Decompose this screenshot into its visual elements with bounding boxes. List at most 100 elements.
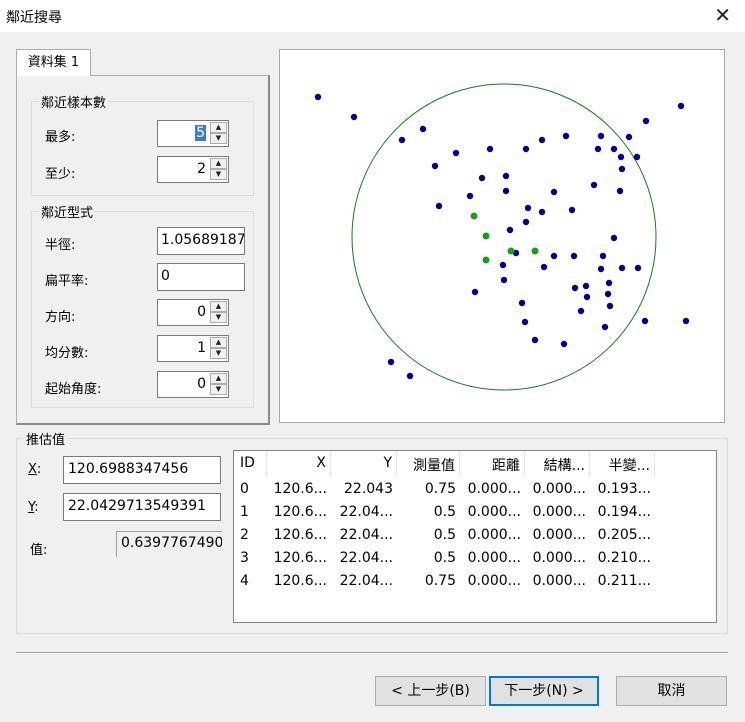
table-cell: 22.04...: [339, 573, 393, 589]
sample-point: [601, 323, 609, 331]
column-header-x[interactable]: X: [267, 451, 331, 477]
min-label: 至少:: [45, 167, 76, 182]
radius-input[interactable]: 1.05689187: [157, 227, 245, 255]
sectors-spinner[interactable]: 1 ▲ ▼: [157, 335, 229, 362]
spin-down-icon[interactable]: ▼: [210, 169, 227, 180]
cancel-button[interactable]: 取消: [616, 676, 727, 706]
sample-point: [582, 282, 590, 290]
x-label: X:: [28, 462, 42, 477]
sample-point: [521, 318, 529, 326]
next-button[interactable]: 下一步(N) >: [489, 676, 599, 706]
y-label: Y:: [28, 500, 39, 515]
column-header-y[interactable]: Y: [331, 451, 397, 477]
spin-up-icon[interactable]: ▲: [210, 337, 227, 348]
sample-point: [531, 336, 539, 344]
spin-down-icon[interactable]: ▼: [210, 312, 227, 323]
close-icon[interactable]: ✕: [714, 4, 731, 26]
neighbor-point: [482, 256, 490, 264]
sample-point: [562, 132, 570, 140]
plot-canvas: [314, 83, 690, 391]
window-title: 鄰近搜尋: [6, 10, 62, 26]
sample-point: [538, 136, 546, 144]
spin-up-icon[interactable]: ▲: [210, 301, 227, 312]
column-header-id[interactable]: ID: [240, 451, 267, 477]
sample-point: [641, 317, 649, 325]
table-cell: 0: [240, 481, 249, 497]
table-cell: 0.000...: [532, 504, 586, 520]
table-cell: 0.000...: [467, 527, 521, 543]
y-input[interactable]: 22.0429713549391: [63, 493, 221, 521]
sample-point: [606, 302, 614, 310]
max-spinner[interactable]: 5 ▲ ▼: [157, 120, 229, 147]
start-angle-value: 0: [197, 376, 206, 392]
column-header-semivariogram[interactable]: 半變...: [590, 451, 655, 477]
sample-point: [610, 234, 618, 242]
table-cell: 0.205...: [597, 527, 651, 543]
table-cell: 4: [240, 573, 249, 589]
sample-point: [633, 153, 641, 161]
sample-point: [452, 149, 460, 157]
table-row[interactable]: 2 120.6... 22.04... 0.5 0.000... 0.000... 0.20…: [234, 524, 716, 547]
sectors-label: 均分數:: [45, 346, 89, 361]
search-neighborhood-plot[interactable]: [279, 49, 725, 423]
sample-point: [387, 358, 395, 366]
sample-point: [522, 218, 530, 226]
separator: [16, 652, 728, 654]
spin-down-icon[interactable]: ▼: [210, 348, 227, 359]
table-cell: 120.6...: [273, 481, 327, 497]
sample-point: [500, 276, 508, 284]
estimate-group-title: 推估值: [24, 429, 68, 448]
sample-point: [502, 172, 510, 180]
sample-point: [571, 284, 579, 292]
radius-label: 半徑:: [45, 238, 76, 253]
table-cell: 0.000...: [532, 573, 586, 589]
table-cell: 0.000...: [467, 504, 521, 520]
table-row[interactable]: 1 120.6... 22.04... 0.5 0.000... 0.000... 0.19…: [234, 501, 716, 524]
sample-point: [540, 263, 548, 271]
sample-point: [604, 290, 612, 298]
spin-down-icon[interactable]: ▼: [210, 133, 227, 144]
sample-point: [597, 265, 605, 273]
sample-point: [677, 102, 685, 110]
column-header-structure[interactable]: 結構...: [525, 451, 590, 477]
tab-dataset-1[interactable]: 資料集 1: [16, 49, 91, 76]
direction-spinner[interactable]: 0 ▲ ▼: [157, 299, 229, 326]
flatten-input[interactable]: 0: [157, 263, 245, 291]
sample-point: [634, 264, 642, 272]
sample-point: [583, 293, 591, 301]
table-row[interactable]: 3 120.6... 22.04... 0.5 0.000... 0.000... 0.21…: [234, 547, 716, 570]
sample-point: [499, 261, 507, 269]
min-value: 2: [197, 161, 206, 177]
sample-point: [506, 226, 514, 234]
sample-point: [590, 181, 598, 189]
table-row[interactable]: 4 120.6... 22.04... 0.75 0.000... 0.000... 0.2…: [234, 570, 716, 593]
sample-point: [617, 153, 625, 161]
sample-point: [435, 202, 443, 210]
table-cell: 0.211...: [597, 573, 651, 589]
spin-down-icon[interactable]: ▼: [210, 384, 227, 395]
table-cell: 0.5: [433, 504, 456, 520]
sample-point: [642, 117, 650, 125]
direction-label: 方向:: [45, 310, 76, 325]
x-input[interactable]: 120.6988347456: [63, 456, 221, 484]
table-cell: 22.043: [344, 481, 393, 497]
start-angle-spinner[interactable]: 0 ▲ ▼: [157, 371, 229, 398]
sectors-value: 1: [197, 340, 206, 356]
table-cell: 0.75: [424, 481, 456, 497]
neighbor-point: [507, 247, 515, 255]
column-header-distance[interactable]: 距離: [460, 451, 525, 477]
spin-up-icon[interactable]: ▲: [210, 122, 227, 133]
neighbors-table[interactable]: ID X Y 測量值 距離 結構... 半變... 0 120.6... 22.04…: [233, 450, 717, 623]
sample-point: [599, 252, 607, 260]
sample-point: [568, 206, 576, 214]
table-row[interactable]: 0 120.6... 22.043 0.75 0.000... 0.000... 0.193…: [234, 478, 716, 501]
spin-up-icon[interactable]: ▲: [210, 158, 227, 169]
spin-up-icon[interactable]: ▲: [210, 373, 227, 384]
sample-point: [577, 307, 585, 315]
table-cell: 22.04...: [339, 504, 393, 520]
back-button[interactable]: < 上一步(B): [375, 676, 486, 706]
sample-point: [431, 162, 439, 170]
table-cell: 0.000...: [532, 550, 586, 566]
column-header-measured[interactable]: 測量值: [397, 451, 460, 477]
min-spinner[interactable]: 2 ▲ ▼: [157, 156, 229, 183]
